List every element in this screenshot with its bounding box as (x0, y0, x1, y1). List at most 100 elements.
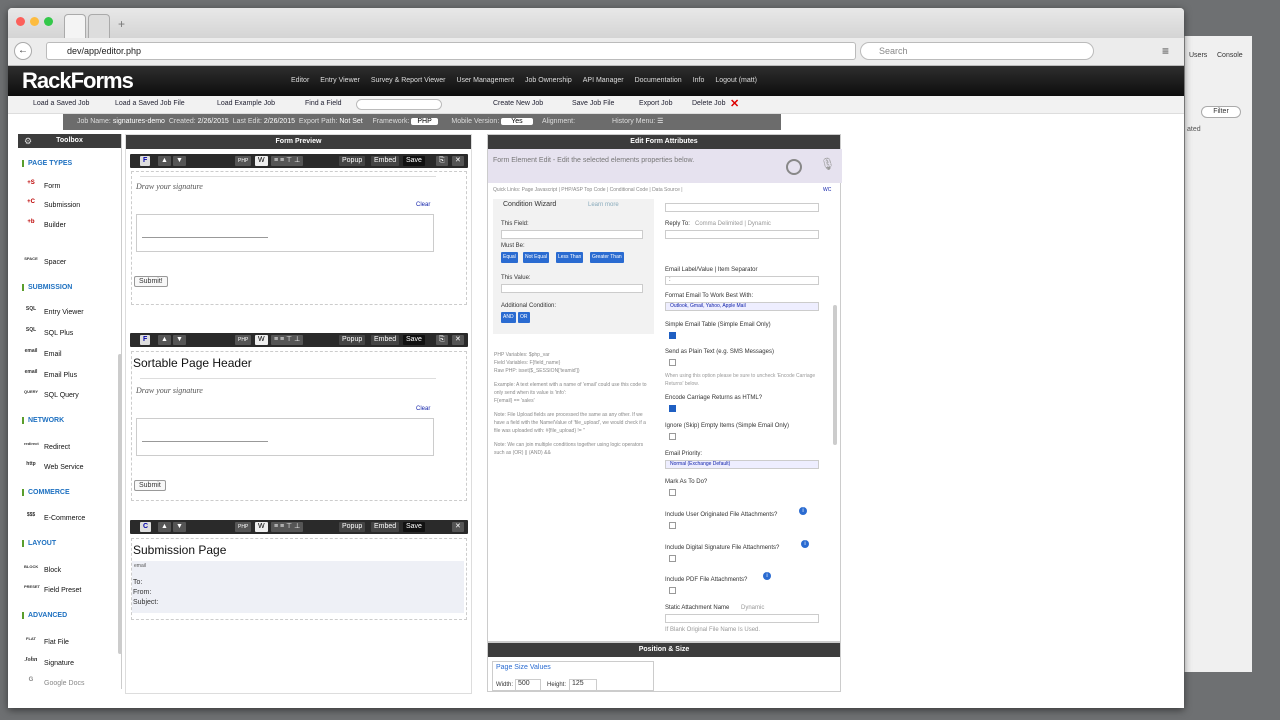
page2-type-badge[interactable]: F (140, 335, 151, 345)
page2-popup-button[interactable]: Popup (339, 335, 366, 345)
users-label[interactable]: Users (1189, 52, 1207, 59)
toolbox-item-block[interactable]: BLOCK Block (24, 564, 61, 576)
page1-php-badge[interactable]: PHP (235, 156, 252, 166)
this-field-select[interactable] (501, 230, 643, 239)
page2-save-button[interactable]: Save (403, 335, 425, 345)
ignore-empty-checkbox[interactable] (669, 433, 676, 440)
close-window-icon[interactable] (16, 17, 25, 26)
priority-select[interactable]: Normal (Exchange Default) (665, 460, 819, 469)
console-label[interactable]: Console (1217, 52, 1243, 59)
format-select[interactable]: Outlook, Gmail, Yahoo, Apple Mail (665, 302, 819, 311)
toolbox-scrollbar[interactable] (118, 354, 122, 654)
toolbox-item-entry-viewer[interactable]: SQL Entry Viewer (24, 306, 84, 318)
export-job-button[interactable]: Export Job (639, 100, 672, 107)
page1-wordpress-icon[interactable]: W (255, 156, 268, 166)
reply-to-input[interactable] (665, 230, 819, 239)
tab-second[interactable] (88, 14, 110, 38)
page1-up-icon[interactable]: ▲ (158, 156, 171, 166)
page1-popup-button[interactable]: Popup (339, 156, 366, 166)
app-logo[interactable]: RackForms (22, 68, 134, 94)
page1-embed-button[interactable]: Embed (371, 156, 400, 166)
page2-php-badge[interactable]: PHP (235, 335, 252, 345)
load-example-job-button[interactable]: Load Example Job (217, 100, 275, 107)
nav-api-manager[interactable]: API Manager (583, 77, 624, 84)
toolbox-item-sql-plus[interactable]: SQL SQL Plus (24, 327, 73, 339)
nav-documentation[interactable]: Documentation (635, 77, 682, 84)
toolbox-item-form[interactable]: +S Form (24, 180, 60, 192)
simple-table-checkbox[interactable] (669, 332, 676, 339)
pdf-attach-info-icon[interactable]: i (763, 572, 771, 580)
wc-link[interactable]: WC (823, 187, 831, 193)
nav-user-management[interactable]: User Management (456, 77, 514, 84)
search-field[interactable]: Search (860, 42, 1094, 60)
toolbox-item-sql-query[interactable]: QUERY SQL Query (24, 389, 79, 401)
op-greater-than[interactable]: Greater Than (590, 252, 624, 263)
save-job-file-button[interactable]: Save Job File (572, 100, 614, 107)
tab-editor[interactable] (64, 14, 86, 38)
page2-clear-link[interactable]: Clear (416, 406, 430, 412)
back-icon[interactable]: ← (14, 42, 32, 60)
toolbox-item-web-service[interactable]: http Web Service (24, 461, 83, 473)
height-input[interactable]: 125 (569, 679, 597, 691)
page2-align-icons[interactable]: ≡ ≡ ⊤ ⊥ (271, 335, 304, 345)
page3-align-icons[interactable]: ≡ ≡ ⊤ ⊥ (271, 522, 304, 532)
toolbox-item-flat-file[interactable]: FLAT Flat File (24, 636, 69, 648)
page1-down-icon[interactable]: ▼ (173, 156, 186, 166)
page2-copy-icon[interactable]: ⎘ (436, 335, 448, 345)
create-new-job-button[interactable]: Create New Job (493, 100, 543, 107)
page1-signature-pad[interactable] (136, 214, 434, 252)
filter-button[interactable]: Filter (1201, 106, 1241, 118)
nav-logout[interactable]: Logout (matt) (715, 77, 757, 84)
quick-links[interactable]: Quick Links: Page Javascript | PHP/ASP T… (493, 187, 683, 193)
toolbox-item-submission[interactable]: +C Submission (24, 199, 80, 211)
toolbox-item-google-docs[interactable]: G Google Docs (24, 677, 85, 689)
url-field[interactable]: dev/app/editor.php (46, 42, 856, 60)
toolbox-item-ecommerce[interactable]: $$$ E-Commerce (24, 512, 85, 524)
load-saved-job-file-button[interactable]: Load a Saved Job File (115, 100, 185, 107)
page3-embed-button[interactable]: Embed (371, 522, 400, 532)
toolbox-item-email[interactable]: email Email (24, 348, 62, 360)
page1-type-badge[interactable]: F (140, 156, 151, 166)
load-saved-job-button[interactable]: Load a Saved Job (33, 100, 89, 107)
toolbox-item-email-plus[interactable]: email Email Plus (24, 369, 77, 381)
todo-checkbox[interactable] (669, 489, 676, 496)
top-input[interactable] (665, 203, 819, 212)
framework-select[interactable]: PHP (411, 118, 438, 125)
this-value-input[interactable] (501, 284, 643, 293)
toolbox-item-signature[interactable]: John Signature (24, 657, 74, 669)
toolbox-item-builder[interactable]: +b Builder (24, 219, 65, 231)
new-tab-icon[interactable]: + (118, 17, 125, 31)
page1-align-icons[interactable]: ≡ ≡ ⊤ ⊥ (271, 156, 304, 166)
op-equal[interactable]: Equal (501, 252, 518, 263)
page2-signature-pad[interactable] (136, 418, 434, 456)
nav-entry-viewer[interactable]: Entry Viewer (320, 77, 360, 84)
page2-delete-icon[interactable]: ✕ (452, 335, 464, 345)
page1-delete-icon[interactable]: ✕ (452, 156, 464, 166)
page1-clear-link[interactable]: Clear (416, 202, 430, 208)
separator-input[interactable]: : (665, 276, 819, 285)
or-button[interactable]: OR (518, 312, 530, 323)
microphone-icon[interactable]: 🎙 (820, 157, 835, 171)
plain-text-checkbox[interactable] (669, 359, 676, 366)
mobile-select[interactable]: Yes (501, 118, 533, 125)
toolbox-item-redirect[interactable]: redirect Redirect (24, 441, 70, 453)
page1-save-button[interactable]: Save (403, 156, 425, 166)
page2-embed-button[interactable]: Embed (371, 335, 400, 345)
op-not-equal[interactable]: Not Equal (523, 252, 549, 263)
page3-delete-icon[interactable]: ✕ (452, 522, 464, 532)
history-menu-icon[interactable]: ☰ (657, 118, 663, 125)
find-field-input[interactable] (356, 99, 442, 110)
minimize-window-icon[interactable] (30, 17, 39, 26)
sig-attach-checkbox[interactable] (669, 555, 676, 562)
pdf-attach-checkbox[interactable] (669, 587, 676, 594)
page3-down-icon[interactable]: ▼ (173, 522, 186, 532)
page3-type-badge[interactable]: C (140, 522, 152, 532)
static-name-input[interactable] (665, 614, 819, 623)
page3-up-icon[interactable]: ▲ (158, 522, 171, 532)
user-attach-info-icon[interactable]: i (799, 507, 807, 515)
page2-up-icon[interactable]: ▲ (158, 335, 171, 345)
width-input[interactable]: 500 (515, 679, 541, 691)
email-block[interactable]: email To: From: Subject: (132, 561, 464, 613)
nav-job-ownership[interactable]: Job Ownership (525, 77, 572, 84)
page3-popup-button[interactable]: Popup (339, 522, 366, 532)
